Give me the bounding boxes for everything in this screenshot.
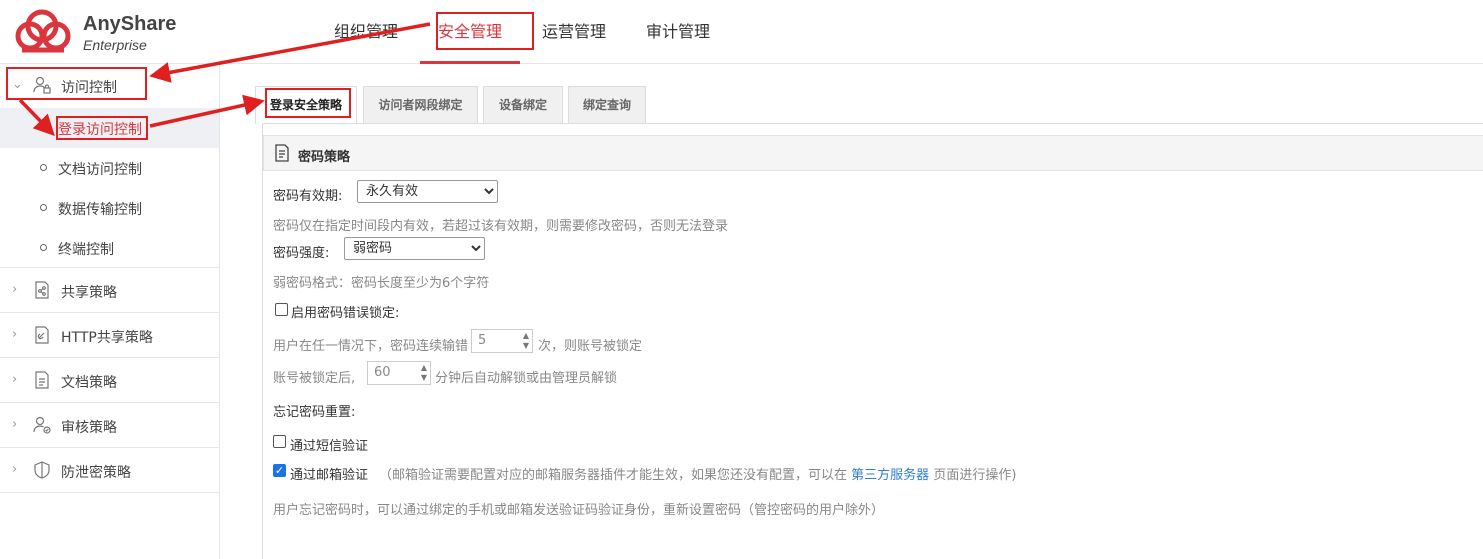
sidebar-group-label: 防泄密策略 (61, 465, 131, 481)
chevron-right-icon: › (12, 462, 18, 477)
bullet-icon (40, 164, 47, 171)
document-icon (35, 371, 49, 389)
password-policy-panel: 密码策略 密码有效期: 永久有效 密码仅在指定时间段内有效，若超过该有效期，则需… (262, 123, 1483, 559)
sidebar-group-label: 共享策略 (61, 285, 117, 301)
stepper-arrows-icon[interactable]: ▲ ▼ (421, 363, 427, 383)
app-header: AnyShare Enterprise 组织管理 安全管理 运营管理 审计管理 (0, 0, 1483, 64)
sms-checkbox[interactable] (273, 435, 286, 448)
unlock-text-2: 分钟后自动解锁或由管理员解锁 (435, 371, 618, 386)
sidebar-item-label: 终端控制 (58, 242, 114, 258)
share-doc-icon (35, 281, 49, 299)
chevron-right-icon: › (12, 372, 18, 387)
stepper-arrows-icon[interactable]: ▲ ▼ (523, 331, 529, 351)
link-doc-icon (35, 326, 49, 344)
sms-label: 通过短信验证 (290, 439, 369, 454)
unlock-text-1: 账号被锁定后, (273, 371, 356, 386)
chevron-right-icon: › (12, 417, 18, 432)
sidebar-item-label: 文档访问控制 (58, 162, 142, 178)
chevron-right-icon: › (12, 327, 18, 342)
strength-hint: 弱密码格式：密码长度至少为6个字符 (273, 276, 490, 291)
sidebar-item-data-transfer[interactable]: 数据传输控制 (0, 188, 219, 228)
subtab-binding-query[interactable]: 绑定查询 (568, 86, 646, 123)
lockout-text-2: 次，则账号被锁定 (538, 339, 643, 354)
brand-logo[interactable]: AnyShare Enterprise (8, 6, 178, 56)
tab-security[interactable]: 安全管理 (420, 0, 521, 64)
expiry-hint: 密码仅在指定时间段内有效，若超过该有效期，则需要修改密码，否则无法登录 (273, 219, 729, 234)
strength-select[interactable]: 弱密码 (344, 237, 485, 260)
sidebar-item-document-access[interactable]: 文档访问控制 (0, 148, 219, 188)
expiry-select[interactable]: 永久有效 (357, 180, 498, 203)
reset-hint: 用户忘记密码时，可以通过绑定的手机或邮箱发送验证码验证身份，重新设置密码（管控密… (273, 503, 885, 518)
sidebar-item-login-access[interactable]: 登录访问控制 (0, 108, 219, 148)
sidebar-group-label: 审核策略 (61, 420, 117, 436)
tab-operations[interactable]: 运营管理 (524, 0, 624, 64)
subtab-login-security[interactable]: 登录安全策略 (255, 86, 357, 124)
third-party-server-link[interactable]: 第三方服务器 (851, 468, 929, 483)
tab-audit[interactable]: 审计管理 (628, 0, 728, 64)
sidebar-group-label: 文档策略 (61, 375, 117, 391)
tab-organization[interactable]: 组织管理 (316, 0, 416, 64)
sidebar-group-review-policy[interactable]: › 审核策略 (0, 404, 219, 448)
sidebar-group-access-control[interactable]: ⌄ 访问控制 (0, 64, 219, 108)
strength-label: 密码强度: (273, 246, 330, 261)
bullet-icon (40, 244, 47, 251)
email-note: （邮箱验证需要配置对应的邮箱服务器插件才能生效，如果您还没有配置，可以在 第三方… (379, 464, 1016, 483)
email-checkbox[interactable]: ✓ (273, 464, 286, 477)
sidebar-group-leak-prevention[interactable]: › 防泄密策略 (0, 449, 219, 493)
expiry-label: 密码有效期: (273, 189, 343, 204)
email-label: 通过邮箱验证 (290, 468, 369, 483)
top-navigation: 组织管理 安全管理 运营管理 审计管理 (316, 0, 732, 64)
sidebar-item-label: 数据传输控制 (58, 202, 142, 218)
lockout-attempts-stepper[interactable]: 5 ▲ ▼ (471, 329, 533, 353)
bullet-icon (40, 204, 47, 211)
reset-label: 忘记密码重置: (273, 405, 356, 420)
lockout-text-1: 用户在任一情况下，密码连续输错 (273, 339, 469, 354)
list-doc-icon (275, 144, 289, 162)
main-content: 登录安全策略 访问者网段绑定 设备绑定 绑定查询 密码策略 密码有效期: 永久有… (221, 65, 1483, 559)
user-check-icon (33, 416, 51, 434)
sidebar-group-label: HTTP共享策略 (61, 330, 153, 346)
sidebar-group-label: 访问控制 (61, 80, 117, 96)
brand-name: AnyShare (83, 13, 177, 35)
user-lock-icon (33, 76, 51, 94)
sidebar-item-terminal[interactable]: 终端控制 (0, 228, 219, 268)
shield-icon (34, 461, 50, 479)
sidebar-group-document-policy[interactable]: › 文档策略 (0, 359, 219, 403)
lockout-label: 启用密码错误锁定: (291, 306, 400, 321)
chevron-right-icon: › (12, 282, 18, 297)
sidebar: ⌄ 访问控制 登录访问控制 文档访问控制 数据传输控制 终端控制 › 共享策略 … (0, 64, 220, 559)
email-note-text-2: 页面进行操作) (933, 468, 1017, 483)
unlock-minutes-stepper[interactable]: 60 ▲ ▼ (367, 361, 431, 385)
lockout-checkbox[interactable] (275, 303, 288, 316)
sidebar-item-label: 登录访问控制 (58, 122, 142, 138)
panel-header: 密码策略 (263, 135, 1483, 171)
sidebar-group-http-share[interactable]: › HTTP共享策略 (0, 314, 219, 358)
stepper-value: 5 (478, 333, 487, 348)
brand-edition: Enterprise (83, 37, 147, 53)
stepper-value: 60 (374, 365, 391, 380)
panel-title: 密码策略 (298, 150, 351, 165)
cloud-logo-icon (15, 9, 71, 53)
chevron-down-icon: ⌄ (12, 77, 23, 92)
sidebar-group-share-policy[interactable]: › 共享策略 (0, 269, 219, 313)
email-note-text-1: （邮箱验证需要配置对应的邮箱服务器插件才能生效，如果您还没有配置，可以在 (379, 468, 848, 483)
subtab-device-binding[interactable]: 设备绑定 (483, 86, 563, 123)
subtab-visitor-network[interactable]: 访问者网段绑定 (363, 86, 478, 123)
